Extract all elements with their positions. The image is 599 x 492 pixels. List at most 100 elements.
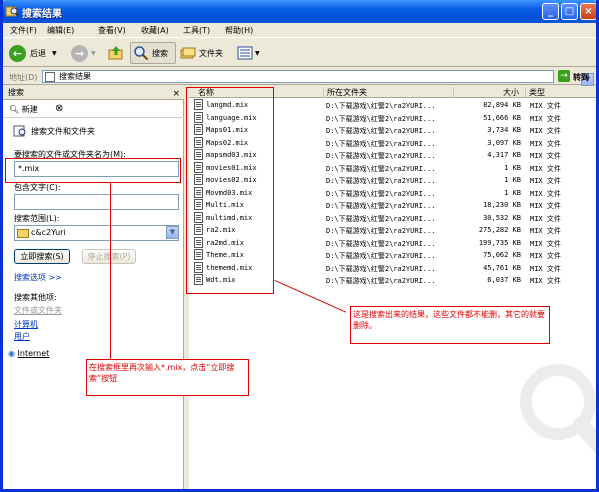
- search-options-icon[interactable]: ⊗: [55, 103, 63, 114]
- people-link[interactable]: 用户: [14, 331, 30, 342]
- search-now-button[interactable]: 立即搜索(S): [14, 249, 70, 264]
- file-row[interactable]: Wdt.mix D:\下载游戏\红警2\ra2YURI... 6,037 KB MIX…: [189, 274, 596, 286]
- back-label: 后退: [30, 48, 46, 58]
- views-button[interactable]: ▼: [237, 42, 260, 64]
- file-folder: D:\下载游戏\红警2\ra2YURI...: [326, 102, 436, 110]
- title-bar[interactable]: 搜索结果 _ □ ×: [3, 0, 596, 23]
- file-row[interactable]: Multi.mix D:\下载游戏\红警2\ra2YURI... 18,230 KB…: [189, 199, 596, 211]
- file-name: Theme.mix: [206, 251, 244, 259]
- file-row[interactable]: movies01.mix D:\下载游戏\红警2\ra2YURI... 1 KB MI…: [189, 161, 596, 174]
- file-row[interactable]: Maps01.mix D:\下载游戏\红警2\ra2YURI... 3,734 KB…: [189, 124, 596, 136]
- menu-tools[interactable]: 工具(T): [183, 25, 210, 36]
- file-folder: D:\下载游戏\红警2\ra2YURI...: [326, 114, 436, 123]
- file-name: language.mix: [206, 113, 257, 122]
- address-value: 搜索结果: [59, 72, 91, 81]
- search-button[interactable]: 搜索: [130, 42, 176, 64]
- computers-link[interactable]: 计算机: [14, 319, 38, 330]
- chevron-down-icon: ▼: [91, 49, 96, 57]
- contains-text-label: 包含文字(C):: [14, 183, 61, 192]
- back-arrow-icon: ←: [9, 44, 26, 62]
- file-name: ra2.mix: [206, 226, 236, 234]
- internet-label: Internet: [17, 349, 50, 358]
- file-name: ra2md.mix: [206, 238, 244, 247]
- filename-input[interactable]: *.mix: [14, 161, 179, 177]
- file-row[interactable]: Theme.mix D:\下载游戏\红警2\ra2YURI... 75,062 KB…: [189, 249, 596, 261]
- chevron-down-icon[interactable]: ▼: [166, 226, 179, 239]
- folders-button[interactable]: 文件夹: [180, 42, 223, 64]
- files-or-folders-link[interactable]: 文件或文件夹: [14, 305, 62, 316]
- column-size[interactable]: 大小: [454, 87, 526, 98]
- file-row[interactable]: mapsmd03.mix D:\下载游戏\红警2\ra2YURI... 4,317 …: [189, 149, 596, 161]
- file-size: 4,317 KB: [487, 151, 521, 159]
- search-section-title: 搜索文件和文件夹: [31, 126, 95, 136]
- file-type: MIX 文件: [530, 277, 561, 285]
- menu-edit[interactable]: 编辑(E): [47, 25, 74, 36]
- file-size: 51,666 KB: [483, 113, 521, 122]
- search-icon: [134, 46, 149, 61]
- file-icon: [194, 236, 203, 248]
- up-folder-button[interactable]: [107, 42, 125, 64]
- file-row[interactable]: thememd.mix D:\下载游戏\红警2\ra2YURI... 45,761 …: [189, 261, 596, 274]
- results-annotation: 这是搜索出来的结果，这些文件都不能删，其它的就要删除。: [350, 306, 550, 344]
- look-in-select[interactable]: c&c2Yuri ▼: [14, 225, 179, 241]
- results-pane: 名称 所在文件夹 大小 类型 langmd.mix D:\下载游戏\红警2\ra2…: [189, 86, 596, 489]
- file-size: 30,532 KB: [483, 213, 521, 222]
- menu-help[interactable]: 帮助(H): [225, 25, 253, 36]
- address-field[interactable]: 搜索结果 ▼: [42, 70, 594, 86]
- file-icon: [194, 136, 203, 148]
- file-size: 275,282 KB: [478, 226, 521, 234]
- file-icon: [194, 211, 203, 223]
- file-icon: [194, 124, 203, 135]
- search-options-link[interactable]: 搜索选项 >>: [14, 272, 62, 283]
- file-icon: [194, 111, 203, 123]
- search-label: 搜索: [152, 48, 168, 58]
- file-row[interactable]: movies02.mix D:\下载游戏\红警2\ra2YURI... 1 KB MI…: [189, 174, 596, 186]
- new-search-button[interactable]: 🔍︎ 新建: [9, 104, 38, 115]
- column-type[interactable]: 类型: [526, 87, 596, 98]
- views-icon: [237, 46, 253, 60]
- file-icon: [194, 224, 203, 235]
- file-size: 1 KB: [504, 176, 521, 184]
- file-type: MIX 文件: [530, 139, 561, 148]
- stop-search-button[interactable]: 停止搜索(P): [82, 249, 136, 264]
- address-label: 地址(D): [9, 73, 38, 82]
- maximize-button[interactable]: □: [561, 3, 578, 20]
- file-size: 18,230 KB: [483, 201, 521, 209]
- file-name: multimd.mix: [206, 213, 253, 222]
- look-in-label: 搜索范围(L):: [14, 214, 60, 223]
- internet-link[interactable]: ◉ Internet: [8, 349, 49, 358]
- search-other-title: 搜索其他项:: [14, 293, 57, 302]
- file-row[interactable]: Maps02.mix D:\下载游戏\红警2\ra2YURI... 3,097 KB…: [189, 136, 596, 149]
- file-row[interactable]: multimd.mix D:\下载游戏\红警2\ra2YURI... 30,532 …: [189, 211, 596, 224]
- file-folder: D:\下载游戏\红警2\ra2YURI...: [326, 164, 436, 173]
- go-button[interactable]: 转到: [573, 72, 589, 83]
- menu-file[interactable]: 文件(F): [10, 25, 37, 36]
- file-row[interactable]: Movmd03.mix D:\下载游戏\红警2\ra2YURI... 1 KB MIX…: [189, 186, 596, 199]
- file-row[interactable]: language.mix D:\下载游戏\红警2\ra2YURI... 51,666…: [189, 111, 596, 124]
- column-folder[interactable]: 所在文件夹: [324, 87, 454, 98]
- file-row[interactable]: ra2.mix D:\下载游戏\红警2\ra2YURI... 275,282 KB M…: [189, 224, 596, 236]
- file-icon: [194, 274, 203, 285]
- contains-text-input[interactable]: [14, 194, 179, 210]
- close-icon[interactable]: ×: [172, 87, 180, 101]
- file-row[interactable]: ra2md.mix D:\下载游戏\红警2\ra2YURI... 199,735 K…: [189, 236, 596, 249]
- menu-view[interactable]: 查看(V): [98, 25, 126, 36]
- close-button[interactable]: ×: [580, 3, 596, 20]
- file-folder: D:\下载游戏\红警2\ra2YURI...: [326, 264, 436, 273]
- file-folder: D:\下载游戏\红警2\ra2YURI...: [326, 277, 436, 285]
- go-arrow-icon[interactable]: →: [558, 70, 570, 82]
- search-folder-icon: [45, 72, 55, 82]
- file-name: thememd.mix: [206, 263, 253, 272]
- file-type: MIX 文件: [530, 214, 561, 223]
- file-row[interactable]: langmd.mix D:\下载游戏\红警2\ra2YURI... 82,894 K…: [189, 99, 596, 111]
- globe-icon: ◉: [8, 349, 15, 358]
- column-name[interactable]: 名称: [189, 87, 324, 98]
- back-button[interactable]: ← 后退 ▼: [9, 42, 57, 64]
- minimize-button[interactable]: _: [542, 3, 559, 20]
- menu-bar: 文件(F) 编辑(E) 查看(V) 收藏(A) 工具(T) 帮助(H): [3, 23, 596, 61]
- forward-button[interactable]: → ▼: [71, 42, 96, 64]
- menu-favorites[interactable]: 收藏(A): [141, 25, 169, 36]
- window-title: 搜索结果: [22, 9, 62, 20]
- file-type: MIX 文件: [530, 189, 561, 198]
- file-icon: [194, 149, 203, 160]
